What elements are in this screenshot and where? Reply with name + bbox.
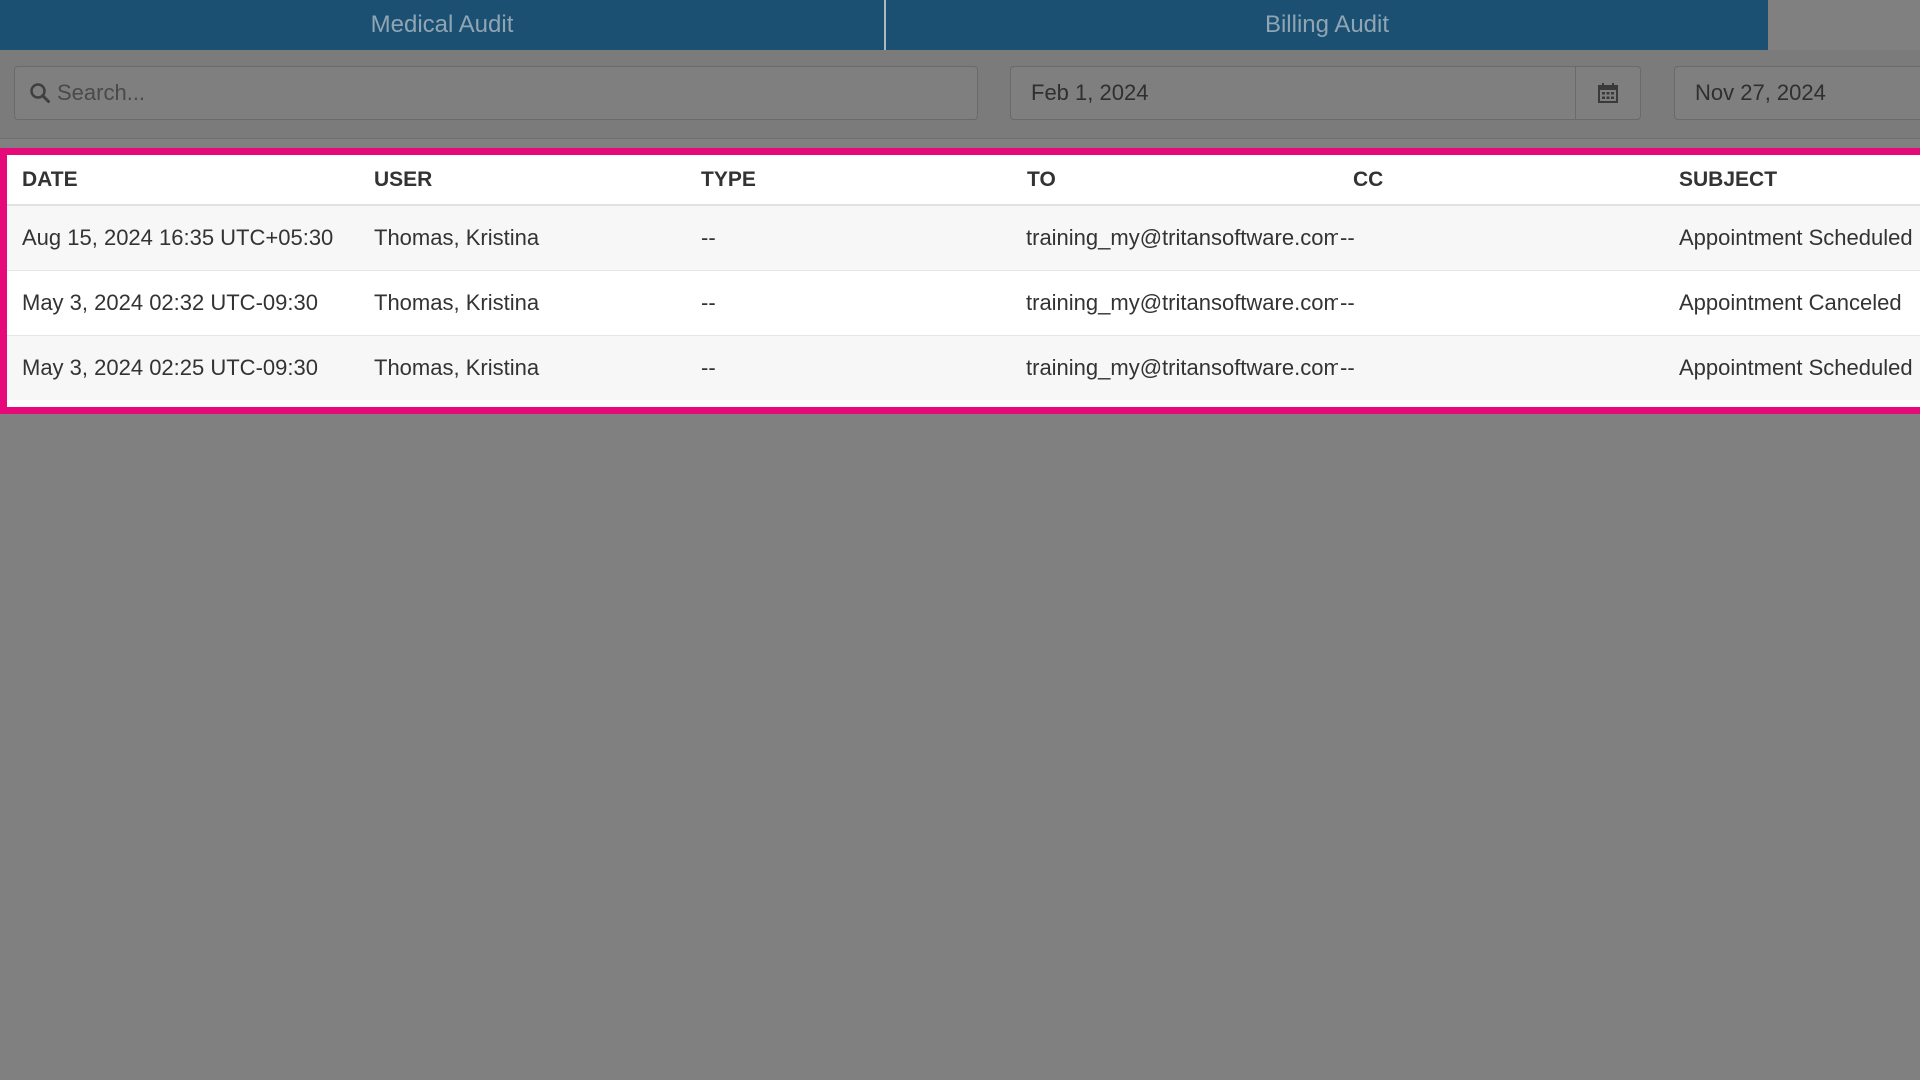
date-to-field[interactable]: Nov 27, 2024 [1674,66,1920,120]
calendar-icon [1598,83,1618,103]
search-box[interactable] [14,66,978,120]
column-header-date[interactable]: DATE [7,155,359,206]
cell-type: -- [686,270,1012,336]
table-header-row: DATE USER TYPE TO CC SUBJECT [7,155,1920,206]
cell-subject: Appointment Scheduled [1664,204,1920,271]
search-icon [29,82,51,104]
cell-to: training_my@tritansoftware.com [1012,335,1338,400]
cell-cc: -- [1338,335,1664,400]
cell-user: Thomas, Kristina [359,270,686,336]
cell-to: training_my@tritansoftware.com [1012,270,1338,336]
date-from-value[interactable]: Feb 1, 2024 [1011,80,1575,106]
filter-toolbar: Feb 1, 2024 Nov 27, 2024 [0,50,1920,139]
date-from-calendar-button[interactable] [1575,67,1640,119]
cell-user: Thomas, Kristina [359,204,686,271]
cell-cc: -- [1338,204,1664,271]
email-audit-table-highlight: DATE USER TYPE TO CC SUBJECT Aug 15, 202… [0,148,1920,414]
column-header-to[interactable]: TO [1012,155,1338,206]
table-row[interactable]: May 3, 2024 02:32 UTC-09:30 Thomas, Kris… [7,270,1920,336]
cell-to: training_my@tritansoftware.com [1012,204,1338,271]
column-header-type[interactable]: TYPE [686,155,1012,206]
audit-tabs: Medical Audit Billing Audit [0,0,1920,50]
column-header-subject[interactable]: SUBJECT [1664,155,1920,206]
date-to-value[interactable]: Nov 27, 2024 [1675,80,1920,106]
cell-user: Thomas, Kristina [359,335,686,400]
tab-billing-audit[interactable]: Billing Audit [886,0,1768,50]
email-audit-table: DATE USER TYPE TO CC SUBJECT Aug 15, 202… [7,155,1920,400]
table-row[interactable]: Aug 15, 2024 16:35 UTC+05:30 Thomas, Kri… [7,204,1920,271]
cell-cc: -- [1338,270,1664,336]
column-header-user[interactable]: USER [359,155,686,206]
cell-subject: Appointment Canceled [1664,270,1920,336]
cell-date: May 3, 2024 02:25 UTC-09:30 [7,335,359,400]
column-header-cc[interactable]: CC [1338,155,1664,206]
table-row[interactable]: May 3, 2024 02:25 UTC-09:30 Thomas, Kris… [7,335,1920,400]
date-from-field[interactable]: Feb 1, 2024 [1010,66,1641,120]
cell-subject: Appointment Scheduled [1664,335,1920,400]
cell-type: -- [686,335,1012,400]
cell-date: Aug 15, 2024 16:35 UTC+05:30 [7,204,359,271]
cell-date: May 3, 2024 02:32 UTC-09:30 [7,270,359,336]
search-input[interactable] [55,79,959,107]
tab-medical-audit[interactable]: Medical Audit [0,0,884,50]
cell-type: -- [686,204,1012,271]
